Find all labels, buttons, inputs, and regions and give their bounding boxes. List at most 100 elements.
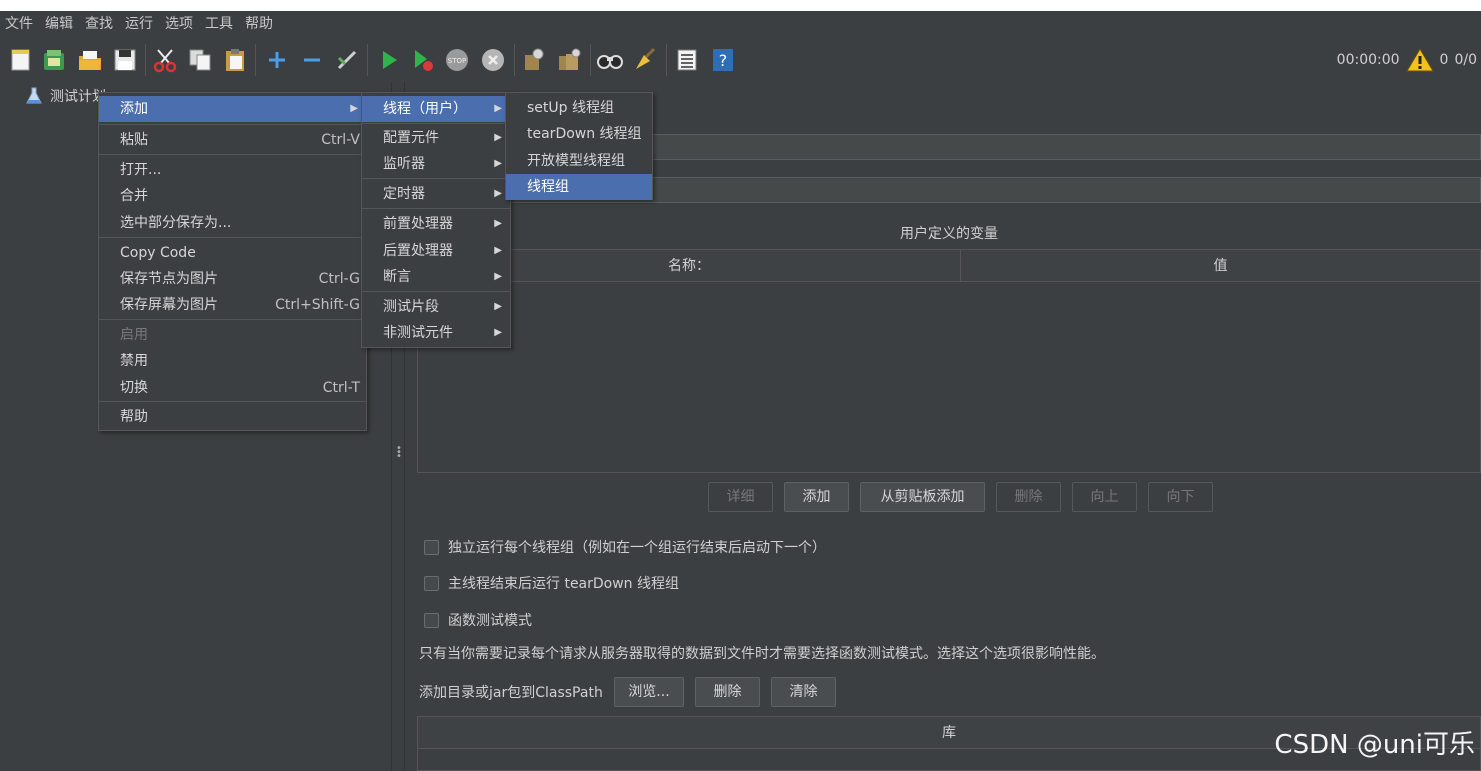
menu-options[interactable]: 选项 (160, 12, 200, 36)
teardown-on-shutdown-checkbox[interactable] (424, 575, 439, 591)
serialize-thread-groups-checkbox[interactable] (424, 539, 439, 555)
submenu-arrow-icon: ▶ (494, 218, 502, 229)
menu-run[interactable]: 运行 (120, 12, 160, 36)
function-helper-icon[interactable] (674, 47, 700, 73)
menu-bar: 文件 编辑 查找 运行 选项 工具 帮助 (0, 11, 1481, 36)
context-menu-copy-code[interactable]: Copy Code (99, 240, 366, 266)
expand-icon[interactable] (264, 47, 290, 73)
submenu-arrow-icon: ▶ (494, 188, 502, 199)
context-menu-save-screen-image[interactable]: 保存屏幕为图片 Ctrl+Shift-G (99, 292, 366, 318)
collapse-icon[interactable] (299, 47, 325, 73)
browse-button[interactable]: 浏览... (614, 677, 684, 707)
elapsed-time: 00:00:00 (1336, 52, 1400, 68)
threads-submenu-setup-thread-group[interactable]: setUp 线程组 (506, 95, 652, 121)
submenu-arrow-icon: ▶ (350, 103, 358, 114)
threads-submenu-open-model-thread-group[interactable]: 开放模型线程组 (506, 148, 652, 174)
add-submenu-non-test-element[interactable]: 非测试元件 ▶ (362, 320, 510, 346)
threads-submenu-teardown-thread-group[interactable]: tearDown 线程组 (506, 121, 652, 147)
classpath-clear-button[interactable]: 清除 (771, 677, 836, 707)
context-menu-paste[interactable]: 粘贴 Ctrl-V (99, 127, 366, 153)
submenu-arrow-icon: ▶ (494, 327, 502, 338)
toolbar-separator (590, 44, 591, 76)
menu-separator (99, 154, 366, 155)
teardown-on-shutdown-row[interactable]: 主线程结束后运行 tearDown 线程组 (424, 572, 679, 594)
move-down-button[interactable]: 向下 (1148, 482, 1213, 512)
context-menu-enable[interactable]: 启用 (99, 322, 366, 348)
context-menu-disable[interactable]: 禁用 (99, 348, 366, 374)
svg-text:STOP: STOP (448, 57, 466, 65)
copy-icon[interactable] (187, 47, 213, 73)
add-submenu-timer[interactable]: 定时器 ▶ (362, 181, 510, 207)
warning-count: 0 (1439, 52, 1449, 68)
search-icon[interactable] (597, 47, 623, 73)
reset-search-icon[interactable] (632, 47, 658, 73)
clear-all-icon[interactable] (556, 47, 582, 73)
clear-icon[interactable] (520, 47, 546, 73)
menu-edit[interactable]: 编辑 (40, 12, 80, 36)
functional-mode-label: 函数测试模式 (448, 613, 532, 629)
move-up-button[interactable]: 向上 (1072, 482, 1137, 512)
menu-tools[interactable]: 工具 (200, 12, 240, 36)
add-button[interactable]: 添加 (784, 482, 849, 512)
add-from-clipboard-button[interactable]: 从剪贴板添加 (860, 482, 985, 512)
add-submenu-listener[interactable]: 监听器 ▶ (362, 151, 510, 177)
shutdown-icon[interactable] (480, 47, 506, 73)
svg-text:?: ? (719, 51, 728, 70)
tree-node-test-plan[interactable]: 测试计划 (26, 85, 106, 107)
column-header-value[interactable]: 值 (961, 250, 1480, 282)
window-title-strip (0, 0, 1481, 11)
serialize-thread-groups-row[interactable]: 独立运行每个线程组（例如在一个组运行结束后启动下一个） (424, 536, 826, 558)
add-submenu-threads[interactable]: 线程（用户） ▶ (362, 96, 510, 122)
submenu-arrow-icon: ▶ (494, 158, 502, 169)
serialize-thread-groups-label: 独立运行每个线程组（例如在一个组运行结束后启动下一个） (448, 540, 826, 556)
delete-button[interactable]: 删除 (996, 482, 1061, 512)
toggle-icon[interactable] (334, 47, 360, 73)
context-menu-save-node-image[interactable]: 保存节点为图片 Ctrl-G (99, 266, 366, 292)
variables-title: 用户定义的变量 (900, 226, 998, 242)
splitter-grip[interactable]: • • • (396, 444, 402, 462)
cut-icon[interactable] (152, 47, 178, 73)
flask-icon (26, 87, 42, 104)
toolbar-separator (145, 44, 146, 76)
menu-separator (99, 124, 366, 125)
submenu-arrow-icon: ▶ (494, 103, 502, 114)
new-icon[interactable] (8, 47, 34, 73)
start-icon[interactable] (376, 47, 402, 73)
threads-submenu-thread-group[interactable]: 线程组 (506, 174, 652, 200)
context-menu-add[interactable]: 添加 ▶ (99, 96, 366, 122)
menu-file[interactable]: 文件 (0, 12, 40, 36)
paste-icon[interactable] (222, 47, 248, 73)
context-menu-toggle[interactable]: 切换 Ctrl-T (99, 375, 366, 401)
menu-help[interactable]: 帮助 (240, 12, 280, 36)
warning-icon[interactable] (1405, 47, 1434, 73)
functional-mode-row[interactable]: 函数测试模式 (424, 609, 532, 631)
context-menu-open[interactable]: 打开... (99, 157, 366, 183)
context-menu-merge[interactable]: 合并 (99, 183, 366, 209)
start-no-pause-icon[interactable] (410, 47, 436, 73)
functional-mode-checkbox[interactable] (424, 612, 439, 628)
templates-icon[interactable] (41, 47, 67, 73)
add-submenu-post-processor[interactable]: 后置处理器 ▶ (362, 238, 510, 264)
classpath-delete-button[interactable]: 删除 (695, 677, 760, 707)
menu-separator (362, 291, 510, 292)
add-submenu-pre-processor[interactable]: 前置处理器 ▶ (362, 211, 510, 237)
context-menu-save-selection[interactable]: 选中部分保存为... (99, 210, 366, 236)
context-menu-help[interactable]: 帮助 (99, 404, 366, 430)
menu-separator (99, 401, 366, 402)
menu-separator (362, 123, 510, 124)
save-icon[interactable] (112, 47, 138, 73)
threads-submenu: setUp 线程组 tearDown 线程组 开放模型线程组 线程组 (505, 92, 653, 200)
add-submenu-assertion[interactable]: 断言 ▶ (362, 264, 510, 290)
user-variables-table[interactable]: 名称： 值 (417, 249, 1481, 473)
add-submenu-test-fragment[interactable]: 测试片段 ▶ (362, 294, 510, 320)
detail-button[interactable]: 详细 (708, 482, 773, 512)
status-area: 00:00:00 0 0/0 (1337, 46, 1477, 74)
open-icon[interactable] (77, 47, 103, 73)
toolbar: STOP ? 00:00:00 0 0/0 (0, 38, 1481, 83)
menu-search[interactable]: 查找 (80, 12, 120, 36)
watermark: CSDN @uni可乐 (1274, 730, 1475, 760)
help-icon[interactable]: ? (710, 47, 736, 73)
stop-icon[interactable]: STOP (444, 47, 470, 73)
classpath-label: 添加目录或jar包到ClassPath (419, 685, 603, 701)
add-submenu-config-element[interactable]: 配置元件 ▶ (362, 125, 510, 151)
